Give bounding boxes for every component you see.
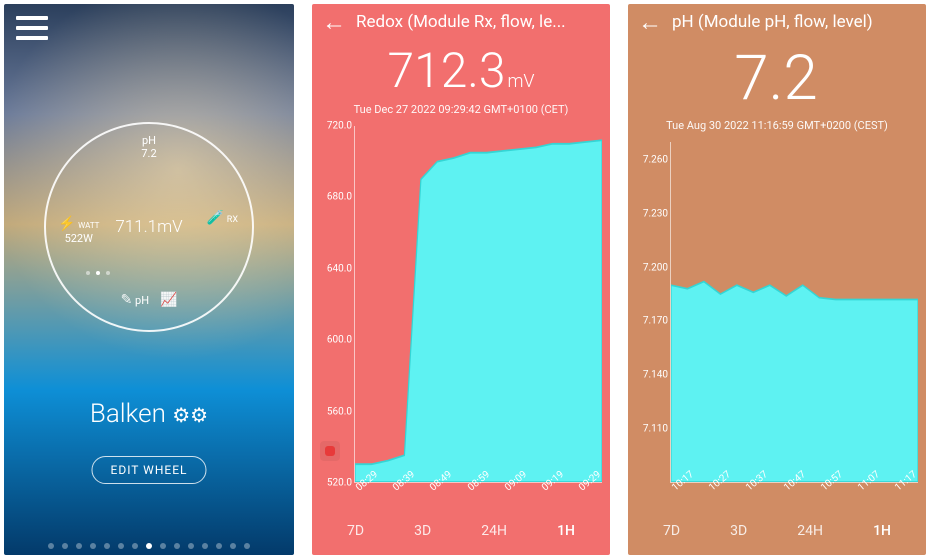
pager-dot[interactable] <box>62 543 68 549</box>
wheel-ph-top[interactable]: pH 7.2 <box>141 134 156 160</box>
home-screen: pH 7.2 ⚡ WATT 522W 711.1mV 🧪 RX ✎ pH 📈 <box>4 4 294 555</box>
edit-wheel-button[interactable]: EDIT WHEEL <box>91 456 206 484</box>
pager-dot[interactable] <box>160 543 166 549</box>
ph-title: pH (Module pH, flow, level) <box>672 12 873 32</box>
redox-title: Redox (Module Rx, flow, le... <box>356 12 566 32</box>
y-tick: 7.260 <box>643 154 668 165</box>
ph-value: 7.2 <box>141 147 156 160</box>
ph-timestamp: Tue Aug 30 2022 11:16:59 GMT+0200 (CEST) <box>628 119 926 132</box>
device-title: Balken <box>90 399 166 429</box>
wheel-redox-value[interactable]: 711.1mV <box>115 217 182 237</box>
pager-dot[interactable] <box>118 543 124 549</box>
ph-value-display: 7.2 <box>628 42 926 115</box>
pager-dot[interactable] <box>174 543 180 549</box>
y-tick: 680.0 <box>327 192 352 203</box>
pager-dot[interactable] <box>104 543 110 549</box>
redox-value-display: 712.3mV <box>312 42 610 99</box>
y-tick: 7.140 <box>643 370 668 381</box>
plug-icon: ⚡ <box>58 216 75 232</box>
pager-dot[interactable] <box>90 543 96 549</box>
pager-dot[interactable] <box>202 543 208 549</box>
record-icon[interactable] <box>320 441 340 461</box>
redox-range-tabs: 7D 3D 24H 1H <box>312 509 610 555</box>
menu-icon[interactable] <box>16 16 48 40</box>
probe-icon: ✎ <box>121 292 133 308</box>
watt-value: 522W <box>65 232 93 245</box>
y-tick: 7.200 <box>643 262 668 273</box>
chart-icon[interactable]: 📈 <box>160 292 177 308</box>
redox-unit: mV <box>507 71 534 92</box>
ph-center-label: pH <box>135 294 149 307</box>
pager-dot[interactable] <box>48 543 54 549</box>
back-icon[interactable]: ← <box>322 10 346 34</box>
redox-screen: ← Redox (Module Rx, flow, le... 712.3mV … <box>312 4 610 555</box>
ph-header: ← pH (Module pH, flow, level) <box>628 4 926 36</box>
device-title-row: Balken ⚙︎⚙︎ <box>4 399 294 429</box>
y-tick: 7.170 <box>643 316 668 327</box>
pager-dot[interactable] <box>132 543 138 549</box>
ph-label: pH <box>141 134 156 147</box>
ph-range-tabs: 7D 3D 24H 1H <box>628 509 926 555</box>
redox-value: 712.3 <box>387 42 505 99</box>
wheel-ph-bottom[interactable]: ✎ pH 📈 <box>121 292 178 308</box>
watt-label: WATT <box>78 221 99 230</box>
rx-label: RX <box>227 215 238 225</box>
ph-tab-3d[interactable]: 3D <box>730 523 747 539</box>
wheel-pager <box>86 271 110 275</box>
wheel-rx[interactable]: 🧪 RX <box>207 210 238 226</box>
y-tick: 600.0 <box>327 335 352 346</box>
redox-tab-1h[interactable]: 1H <box>557 523 575 539</box>
screen-pager[interactable] <box>4 543 294 549</box>
ph-tab-7d[interactable]: 7D <box>663 523 680 539</box>
pager-dot[interactable] <box>244 543 250 549</box>
pager-dot[interactable] <box>188 543 194 549</box>
redox-header: ← Redox (Module Rx, flow, le... <box>312 4 610 36</box>
ph-screen: ← pH (Module pH, flow, level) 7.2 Tue Au… <box>628 4 926 555</box>
y-tick: 720.0 <box>327 121 352 132</box>
y-tick: 520.0 <box>327 478 352 489</box>
redox-tab-24h[interactable]: 24H <box>481 523 507 539</box>
pager-dot[interactable] <box>230 543 236 549</box>
y-tick: 7.110 <box>643 424 668 435</box>
wheel-watt[interactable]: ⚡ WATT 522W <box>58 216 99 245</box>
pager-dot[interactable] <box>216 543 222 549</box>
pager-dot[interactable] <box>146 543 152 549</box>
gear-icon[interactable]: ⚙︎⚙︎ <box>172 403 208 427</box>
ph-chart[interactable]: 7.1107.1407.1707.2007.2307.260 10:1710:2… <box>636 142 920 509</box>
pager-dot[interactable] <box>76 543 82 549</box>
ph-tab-24h[interactable]: 24H <box>797 523 823 539</box>
sensor-wheel[interactable]: pH 7.2 ⚡ WATT 522W 711.1mV 🧪 RX ✎ pH 📈 <box>44 122 254 332</box>
y-tick: 560.0 <box>327 406 352 417</box>
y-tick: 640.0 <box>327 263 352 274</box>
ph-tab-1h[interactable]: 1H <box>873 523 891 539</box>
y-tick: 7.230 <box>643 208 668 219</box>
redox-chart[interactable]: 520.0560.0600.0640.0680.0720.0 08:2908:3… <box>320 126 604 509</box>
probe-icon: 🧪 <box>207 210 224 226</box>
back-icon[interactable]: ← <box>638 10 662 34</box>
ph-value: 7.2 <box>734 42 818 115</box>
redox-timestamp: Tue Dec 27 2022 09:29:42 GMT+0100 (CET) <box>312 103 610 116</box>
redox-tab-3d[interactable]: 3D <box>414 523 431 539</box>
redox-tab-7d[interactable]: 7D <box>347 523 364 539</box>
